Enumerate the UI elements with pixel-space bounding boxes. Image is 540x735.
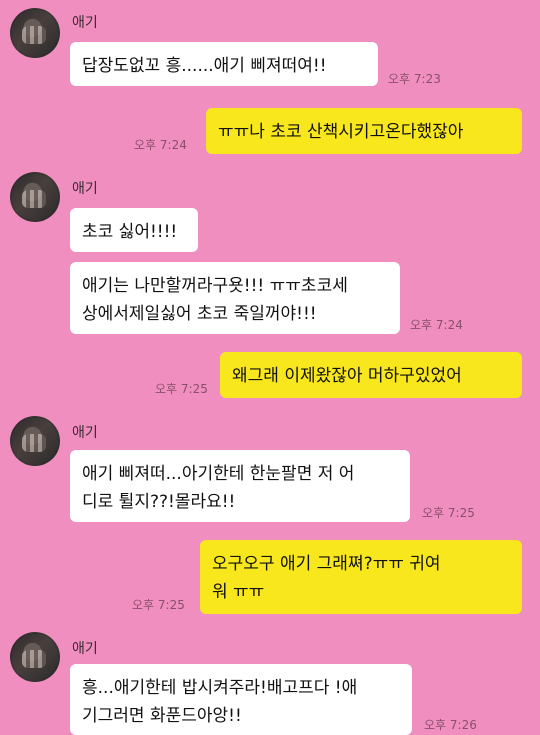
message-bubble-incoming[interactable]: 답장도없꼬 흥......애기 삐져떠여!! (70, 42, 378, 86)
message-bubble-incoming[interactable]: 흥...애기한테 밥시켜주라!배고프다 !애 기그러면 화푼드아앙!! (70, 664, 412, 735)
message-bubble-incoming[interactable]: 애기는 나만할꺼라구욧!!! ㅠㅠ초코세 상에서제일싫어 초코 죽일꺼야!!! (70, 262, 400, 334)
sender-name: 애기 (72, 15, 98, 31)
message-time: 오후 7:24 (410, 318, 463, 332)
message-time: 오후 7:26 (424, 718, 477, 732)
avatar[interactable] (10, 172, 60, 222)
sender-name: 애기 (72, 425, 98, 441)
message-bubble-incoming[interactable]: 애기 삐져떠...아기한테 한눈팔면 저 어 디로 튈지??!몰라요!! (70, 450, 410, 522)
message-time: 오후 7:25 (132, 598, 185, 612)
sender-name: 애기 (72, 181, 98, 197)
message-time: 오후 7:25 (422, 506, 475, 520)
message-time: 오후 7:24 (134, 138, 187, 152)
message-bubble-outgoing[interactable]: 오구오구 애기 그래쪄?ㅠㅠ 귀여 워 ㅠㅠ (200, 540, 522, 614)
message-bubble-incoming[interactable]: 초코 싫어!!!! (70, 208, 198, 252)
sender-name: 애기 (72, 641, 98, 657)
avatar[interactable] (10, 8, 60, 58)
avatar[interactable] (10, 632, 60, 682)
message-bubble-outgoing[interactable]: 왜그래 이제왔잖아 머하구있었어 (220, 352, 522, 398)
message-time: 오후 7:25 (155, 382, 208, 396)
avatar[interactable] (10, 416, 60, 466)
message-time: 오후 7:23 (388, 72, 441, 86)
message-bubble-outgoing[interactable]: ㅠㅠ나 초코 산책시키고온다했잖아 (206, 108, 522, 154)
